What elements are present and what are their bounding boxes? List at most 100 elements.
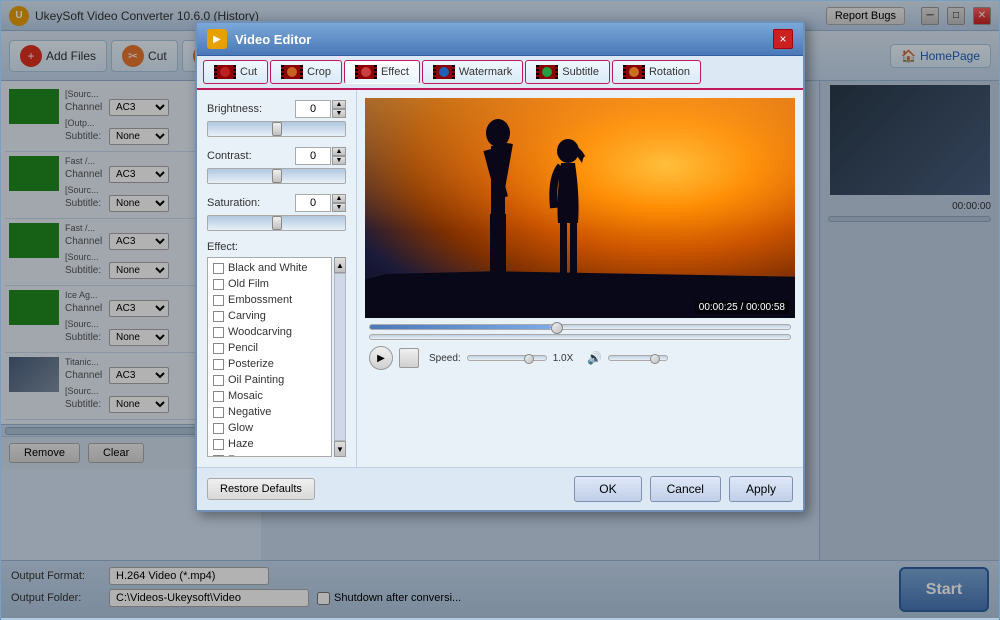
effect-checkbox[interactable] (213, 359, 224, 370)
contrast-down-arrow[interactable]: ▼ (332, 156, 346, 165)
tab-cut[interactable]: Cut (203, 60, 268, 84)
effect-item-glow[interactable]: Glow (210, 420, 329, 436)
contrast-value-input[interactable] (295, 147, 331, 165)
speed-label: Speed: (429, 353, 461, 364)
effect-label-text: Haze (228, 438, 254, 450)
tab-crop[interactable]: Crop (270, 60, 342, 84)
subtitle-tab-label: Subtitle (562, 66, 599, 78)
volume-slider[interactable] (608, 355, 668, 361)
contrast-slider[interactable] (207, 168, 346, 184)
effect-tab-label: Effect (381, 66, 409, 78)
effect-item-oldfilm[interactable]: Old Film (210, 276, 329, 292)
effect-label-text: Mosaic (228, 390, 263, 402)
stop-button[interactable] (399, 348, 419, 368)
effect-checkbox[interactable] (213, 279, 224, 290)
seek-thumb[interactable] (551, 322, 563, 334)
contrast-up-arrow[interactable]: ▲ (332, 147, 346, 156)
saturation-down-arrow[interactable]: ▼ (332, 203, 346, 212)
effect-label-text: Pencil (228, 342, 258, 354)
volume-thumb[interactable] (650, 354, 660, 364)
modal-title-bar: ▶ Video Editor × (197, 23, 803, 56)
contrast-group: Contrast: ▲ ▼ (207, 147, 346, 184)
effect-label-text: Glow (228, 422, 253, 434)
effect-checkbox[interactable] (213, 343, 224, 354)
ok-button[interactable]: OK (574, 476, 641, 502)
effect-item-embossment[interactable]: Embossment (210, 292, 329, 308)
effect-item-carving[interactable]: Carving (210, 308, 329, 324)
brightness-thumb[interactable] (272, 122, 282, 136)
effect-item-woodcarving[interactable]: Woodcarving (210, 324, 329, 340)
effect-checkbox[interactable] (213, 407, 224, 418)
speed-slider[interactable] (467, 355, 547, 361)
effect-checkbox[interactable] (213, 439, 224, 450)
effect-list[interactable]: Black and White Old Film Embossment (207, 257, 332, 457)
saturation-group: Saturation: ▲ ▼ (207, 194, 346, 231)
apply-button[interactable]: Apply (729, 476, 793, 502)
effect-controls: Brightness: ▲ ▼ (197, 90, 357, 467)
crop-tab-icon (281, 65, 303, 79)
video-time-display: 00:00:25 / 00:00:58 (695, 301, 789, 314)
effect-item-oilpainting[interactable]: Oil Painting (210, 372, 329, 388)
contrast-thumb[interactable] (272, 169, 282, 183)
play-button[interactable]: ▶ (369, 346, 393, 370)
effect-checkbox[interactable] (213, 263, 224, 274)
effect-item-mosaic[interactable]: Mosaic (210, 388, 329, 404)
effect-item-pencil[interactable]: Pencil (210, 340, 329, 356)
speed-value: 1.0X (553, 353, 574, 364)
video-preview: 00:00:25 / 00:00:58 (365, 98, 795, 318)
brightness-label: Brightness: (207, 103, 262, 115)
brightness-slider[interactable] (207, 121, 346, 137)
tab-subtitle[interactable]: Subtitle (525, 60, 610, 84)
modal-body: Brightness: ▲ ▼ (197, 90, 803, 467)
tab-effect[interactable]: Effect (344, 60, 420, 84)
rotation-tab-icon (623, 65, 645, 79)
modal-title: Video Editor (235, 32, 765, 47)
effect-checkbox[interactable] (213, 327, 224, 338)
modal-close-button[interactable]: × (773, 29, 793, 49)
effect-checkbox[interactable] (213, 375, 224, 386)
seek-progress (370, 325, 551, 329)
brightness-up-arrow[interactable]: ▲ (332, 100, 346, 109)
effect-item-fog[interactable]: Fog (210, 452, 329, 457)
rotation-tab-label: Rotation (649, 66, 690, 78)
modal-tabs: Cut Crop Effect Watermark Subtitle (197, 56, 803, 90)
saturation-value-input[interactable] (295, 194, 331, 212)
tab-watermark[interactable]: Watermark (422, 60, 523, 84)
brightness-down-arrow[interactable]: ▼ (332, 109, 346, 118)
app-window: U UkeySoft Video Converter 10.6.0 (Histo… (0, 0, 1000, 619)
saturation-label: Saturation: (207, 197, 260, 209)
seek-bar-container (365, 318, 795, 332)
saturation-up-arrow[interactable]: ▲ (332, 194, 346, 203)
tab-rotation[interactable]: Rotation (612, 60, 701, 84)
footer-buttons: OK Cancel Apply (574, 476, 793, 502)
effect-checkbox[interactable] (213, 311, 224, 322)
contrast-label: Contrast: (207, 150, 252, 162)
cut-tab-label: Cut (240, 66, 257, 78)
effect-item-negative[interactable]: Negative (210, 404, 329, 420)
brightness-value-input[interactable] (295, 100, 331, 118)
effect-checkbox[interactable] (213, 295, 224, 306)
saturation-slider[interactable] (207, 215, 346, 231)
watermark-tab-icon (433, 65, 455, 79)
restore-defaults-button[interactable]: Restore Defaults (207, 478, 315, 500)
brightness-group: Brightness: ▲ ▼ (207, 100, 346, 137)
modal-logo-icon: ▶ (207, 29, 227, 49)
effect-label-text: Posterize (228, 358, 274, 370)
effect-checkbox[interactable] (213, 455, 224, 458)
effect-item-haze[interactable]: Haze (210, 436, 329, 452)
effect-checkbox[interactable] (213, 423, 224, 434)
secondary-seek-bar[interactable] (369, 334, 791, 340)
list-scroll-down[interactable]: ▼ (334, 441, 346, 457)
cancel-button[interactable]: Cancel (650, 476, 721, 502)
effect-label-text: Woodcarving (228, 326, 292, 338)
saturation-thumb[interactable] (272, 216, 282, 230)
list-scroll-up[interactable]: ▲ (334, 257, 346, 273)
seek-bar[interactable] (369, 324, 791, 330)
speed-thumb[interactable] (524, 354, 534, 364)
effect-label-text: Carving (228, 310, 266, 322)
modal-footer: Restore Defaults OK Cancel Apply (197, 467, 803, 510)
effect-checkbox[interactable] (213, 391, 224, 402)
effect-item-blackwhite[interactable]: Black and White (210, 260, 329, 276)
effect-item-posterize[interactable]: Posterize (210, 356, 329, 372)
video-scene (365, 98, 795, 318)
